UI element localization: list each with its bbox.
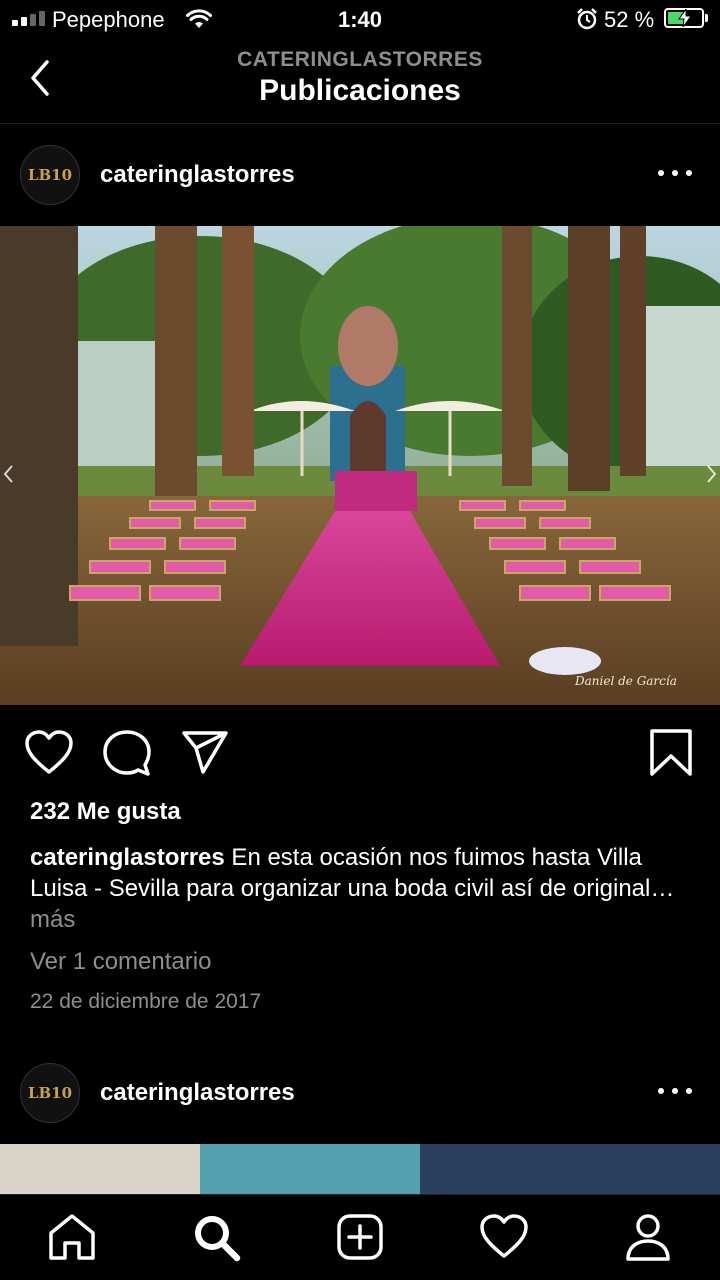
post-actions: [0, 722, 720, 782]
alarm-icon: [577, 8, 597, 30]
avatar-logo-2: LB10: [27, 1084, 73, 1102]
search-icon[interactable]: [190, 1211, 242, 1263]
avatar[interactable]: LB10: [20, 145, 80, 205]
carousel-next-icon[interactable]: [706, 462, 718, 486]
more-horizontal-icon[interactable]: [658, 1079, 692, 1103]
comment-icon[interactable]: [102, 728, 152, 778]
post-header-2: LB10 cateringlastorres: [0, 1043, 720, 1143]
more-horizontal-icon[interactable]: [658, 161, 692, 185]
bookmark-icon[interactable]: [646, 728, 696, 778]
battery-percent: 52 %: [604, 7, 655, 32]
home-icon[interactable]: [46, 1211, 98, 1263]
caption-username[interactable]: cateringlastorres: [30, 844, 225, 871]
post-header: LB10 cateringlastorres: [0, 125, 720, 225]
tab-bar: [0, 1194, 720, 1280]
post-date: 22 de diciembre de 2017: [30, 990, 262, 1013]
status-bar: Pepephone 1:40 52 %: [0, 0, 720, 40]
post-username[interactable]: cateringlastorres: [100, 161, 295, 189]
post-username-2[interactable]: cateringlastorres: [100, 1079, 295, 1107]
profile-icon[interactable]: [622, 1211, 674, 1263]
add-post-icon[interactable]: [334, 1211, 386, 1263]
carousel-prev-icon[interactable]: [2, 462, 14, 486]
post-image-2[interactable]: [0, 1144, 720, 1194]
page-title: Publicaciones: [259, 74, 461, 107]
battery-charging-icon: [664, 8, 704, 28]
likes-count[interactable]: 232 Me gusta: [30, 798, 181, 826]
nav-header: CATERINGLASTORRES Publicaciones: [0, 40, 720, 124]
next-post-photo: [0, 1144, 720, 1194]
view-comments-link[interactable]: Ver 1 comentario: [30, 948, 211, 976]
caption-more-link[interactable]: más: [30, 906, 75, 933]
activity-heart-icon[interactable]: [478, 1211, 530, 1263]
image-watermark: Daniel de García: [575, 674, 677, 688]
avatar-logo: LB10: [27, 166, 73, 184]
avatar-2[interactable]: LB10: [20, 1063, 80, 1123]
share-icon[interactable]: [180, 728, 230, 778]
post-image[interactable]: Daniel de García: [0, 226, 720, 705]
post-caption: cateringlastorres En esta ocasión nos fu…: [30, 842, 680, 935]
battery-tip: [705, 14, 708, 22]
heart-icon[interactable]: [24, 728, 74, 778]
wedding-ceremony-photo: [0, 226, 720, 705]
account-name: CATERINGLASTORRES: [237, 48, 483, 71]
